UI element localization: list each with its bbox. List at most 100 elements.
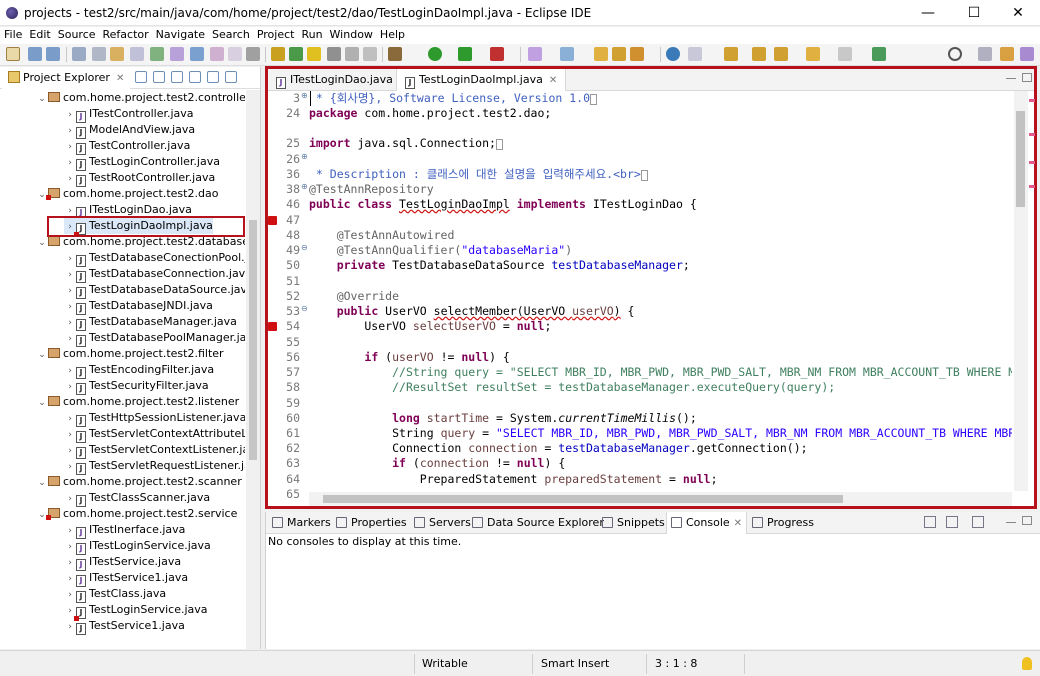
tab-itestlogindao[interactable]: J ITestLoginDao.java (268, 69, 401, 91)
collapse-toggle-icon[interactable]: › (64, 411, 76, 427)
tree-file[interactable]: › J ModelAndView.java (64, 122, 195, 139)
menu-source[interactable]: Source (54, 27, 99, 41)
search-type-icon[interactable] (150, 47, 164, 61)
close-icon[interactable]: ✕ (549, 75, 557, 86)
menu-search[interactable]: Search (208, 27, 253, 41)
menu-help[interactable]: Help (376, 27, 408, 41)
paragraph-icon[interactable] (363, 47, 377, 61)
tree-file[interactable]: › J TestController.java (64, 138, 190, 155)
globe-icon[interactable] (666, 47, 680, 61)
tree-file[interactable]: › J TestSecurityFilter.java (64, 378, 209, 395)
menu-edit[interactable]: Edit (25, 27, 53, 41)
collapse-fold-icon[interactable]: ⊖ (301, 243, 308, 252)
save-icon[interactable] (28, 47, 42, 61)
tree-file[interactable]: › J TestDatabaseManager.java (64, 314, 237, 331)
build-icon[interactable] (110, 47, 124, 61)
collapse-toggle-icon[interactable]: › (64, 539, 76, 555)
tree-scrollbar[interactable] (246, 90, 260, 649)
search-icon[interactable] (948, 47, 962, 61)
tab-servers[interactable]: Servers (410, 512, 475, 534)
tab-testlogindaoimpl[interactable]: J TestLoginDaoImpl.java ✕ (396, 69, 567, 91)
tree-file[interactable]: ›JTestServletRequestListener.java (64, 458, 245, 475)
collapse-all-icon[interactable] (135, 71, 147, 83)
tree-file[interactable]: › J ITestInerface.java (64, 522, 185, 539)
error-marker[interactable] (1029, 161, 1035, 164)
collapse-toggle-icon[interactable]: › (64, 155, 76, 171)
tree-file[interactable]: ›JTestDatabaseConectionPool.java (64, 250, 245, 267)
tab-console[interactable]: Console ✕ (666, 512, 748, 534)
collapse-toggle-icon[interactable]: › (64, 331, 76, 347)
minimize-editor-icon[interactable] (1006, 73, 1016, 79)
save-all-icon[interactable] (46, 47, 60, 61)
block-select-icon[interactable] (228, 47, 242, 61)
collapse-toggle-icon[interactable]: › (64, 523, 76, 539)
collapse-toggle-icon[interactable]: › (64, 619, 76, 635)
open-type-icon[interactable] (594, 47, 608, 61)
new-console-icon[interactable] (972, 516, 984, 528)
tip-bulb-icon[interactable] (1022, 657, 1032, 670)
collapse-toggle-icon[interactable]: › (64, 267, 76, 283)
close-icon[interactable]: ✕ (116, 73, 124, 84)
error-marker[interactable] (1029, 99, 1035, 102)
collapse-toggle-icon[interactable]: › (64, 315, 76, 331)
tree-file[interactable]: › J ITestLoginService.java (64, 538, 211, 555)
error-icon[interactable] (268, 322, 277, 331)
tree-file[interactable]: › J TestClassScanner.java (64, 490, 210, 507)
new-java-class-icon[interactable] (528, 47, 542, 61)
expand-toggle-icon[interactable]: ⌄ (36, 235, 48, 251)
print-icon[interactable] (72, 47, 86, 61)
toggle-mark-icon[interactable] (271, 47, 285, 61)
open-perspective-icon[interactable] (978, 47, 992, 61)
maximize-editor-icon[interactable] (1022, 73, 1032, 82)
open-console-icon[interactable] (924, 516, 936, 528)
run-coverage-icon[interactable] (458, 47, 472, 61)
terminal-icon[interactable] (92, 47, 106, 61)
java-perspective-icon[interactable] (1020, 47, 1034, 61)
expand-toggle-icon[interactable]: ⌄ (36, 475, 48, 491)
new-icon[interactable] (6, 47, 20, 61)
tab-snippets[interactable]: Snippets (598, 512, 669, 534)
link-editor-icon[interactable] (153, 71, 165, 83)
tab-data-source-explorer[interactable]: Data Source Explorer (468, 512, 608, 534)
pin-icon[interactable] (289, 47, 303, 61)
tree-file[interactable]: › J TestDatabaseConnection.java (64, 266, 245, 283)
expand-fold-icon[interactable]: ⊕ (301, 91, 308, 100)
show-whitespace-icon[interactable] (246, 47, 260, 61)
back-icon[interactable] (806, 47, 820, 61)
tree-file[interactable]: ›JTestServletContextListener.java (64, 442, 245, 459)
collapse-toggle-icon[interactable]: › (64, 571, 76, 587)
collapse-toggle-icon[interactable]: › (64, 107, 76, 123)
tab-progress[interactable]: Progress (748, 512, 818, 534)
expand-fold-icon[interactable]: ⊕ (301, 152, 308, 161)
new-package-icon[interactable] (560, 47, 574, 61)
collapse-toggle-icon[interactable]: › (64, 283, 76, 299)
format-icon[interactable] (130, 47, 144, 61)
filter-icon[interactable] (171, 71, 183, 83)
edit-icon[interactable] (630, 47, 644, 61)
tree-package[interactable]: ⌄ com.home.project.test2.controller (36, 90, 245, 106)
collapse-toggle-icon[interactable]: › (64, 459, 76, 475)
collapse-toggle-icon[interactable]: › (64, 299, 76, 315)
expand-fold-icon[interactable]: ⊕ (301, 182, 308, 191)
breadcrumb-icon[interactable] (190, 47, 204, 61)
view-menu-icon[interactable] (189, 71, 201, 83)
tab-properties[interactable]: Properties (332, 512, 411, 534)
tree-file[interactable]: › J TestDatabaseDataSource.java (64, 282, 245, 299)
tree-file[interactable]: › J TestLoginController.java (64, 154, 220, 171)
tree-file[interactable]: ›JTestServletContextAttributeListe (64, 426, 245, 443)
collapse-toggle-icon[interactable]: › (64, 251, 76, 267)
collapse-fold-icon[interactable]: ⊖ (301, 304, 308, 313)
collapse-toggle-icon[interactable]: › (64, 555, 76, 571)
tree-file[interactable]: › J ITestService.java (64, 554, 181, 571)
block-icon[interactable] (345, 47, 359, 61)
tree-package[interactable]: ⌄ com.home.project.test2.listener (36, 394, 239, 410)
collapse-toggle-icon[interactable]: › (64, 443, 76, 459)
code-area[interactable]: * {회사명}, Software License, Version 1.0 p… (309, 91, 1012, 491)
tree-package[interactable]: ⌄ com.home.project.test2.service (36, 506, 237, 522)
error-marker[interactable] (1029, 133, 1035, 136)
tree-file[interactable]: › J ITestController.java (64, 106, 194, 123)
open-task-icon[interactable] (170, 47, 184, 61)
forward-icon[interactable] (838, 47, 852, 61)
expand-toggle-icon[interactable]: ⌄ (36, 347, 48, 363)
minimize-view-icon[interactable] (207, 71, 219, 83)
